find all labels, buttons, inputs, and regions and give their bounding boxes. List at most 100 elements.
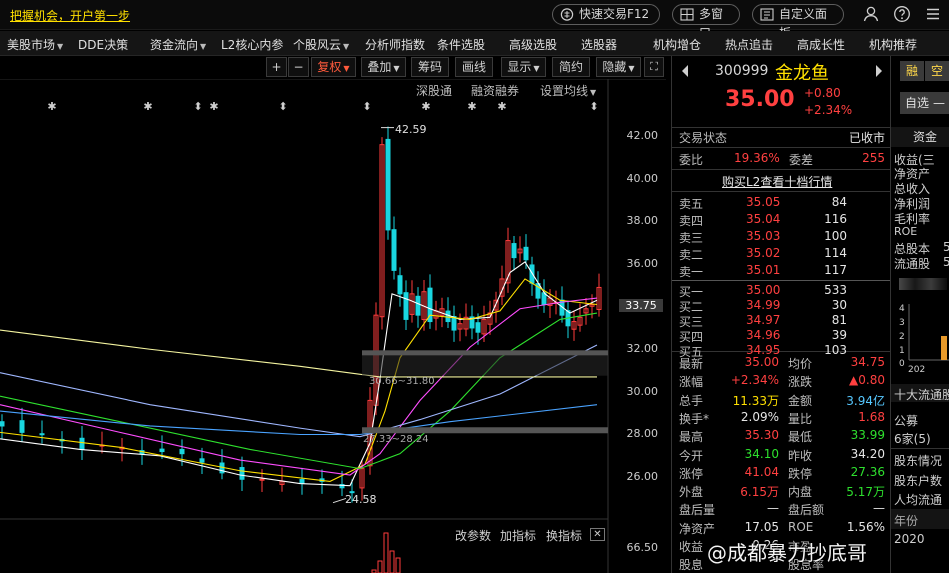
stock-name: 金龙鱼	[775, 63, 829, 84]
short-button[interactable]: 空	[925, 61, 949, 81]
user-icon[interactable]	[862, 5, 880, 23]
stat-row: 总手 11.33万 金额 3.94亿	[672, 391, 891, 409]
overlay-button[interactable]: 叠加 ▼	[361, 57, 406, 77]
menu-icon[interactable]	[924, 5, 942, 23]
side-link[interactable]: 股东情况	[894, 452, 942, 469]
stat-label: 盘后额	[788, 503, 825, 518]
side-link[interactable]: 股东户数	[894, 472, 942, 489]
side-value: 6家(5)	[894, 432, 931, 446]
custom-panel-button[interactable]: 自定义面板	[752, 4, 844, 40]
display-button[interactable]: 显示 ▼	[501, 57, 546, 77]
l2-link[interactable]: 购买L2查看十档行情	[722, 173, 832, 190]
fundamentals-panel: 融 空 自选 — 资金 收益(三 净资产 总收入 净利润 毛利率 ROE 总股本 …	[890, 56, 949, 573]
candle-body	[39, 433, 45, 436]
stat-value: 5.17万	[846, 485, 885, 500]
year-header: 年份	[891, 509, 949, 529]
next-stock-icon[interactable]	[874, 64, 884, 78]
ask-label: 卖三	[679, 231, 704, 245]
quick-trade-button[interactable]: 快速交易F12	[552, 4, 660, 25]
stat-label: 涨跌	[788, 375, 813, 390]
menu-item[interactable]: 分析师指数	[365, 36, 425, 53]
stat-label: 收益	[679, 540, 704, 554]
menu-item[interactable]: 个股风云 ▼	[293, 36, 349, 53]
stock-header: 300999 金龙鱼 35.00 +0.80 +2.34%	[672, 56, 891, 126]
close-icon[interactable]: ✕	[590, 528, 605, 541]
volume-bar	[383, 532, 389, 573]
chip-range-label: 27.33~28.24	[363, 434, 429, 445]
candle-body	[0, 421, 5, 427]
simple-mode-button[interactable]: 简约	[552, 57, 590, 77]
event-marker-icon: ⬍	[589, 100, 598, 113]
edit-params-link[interactable]: 改参数	[455, 527, 491, 544]
menu-label: 选股器	[581, 38, 618, 52]
fullscreen-icon[interactable]: ⛶	[644, 57, 664, 77]
promo-link[interactable]: 把握机会，开户第一步	[10, 7, 130, 24]
fuquan-button[interactable]: 复权 ▼	[311, 57, 356, 77]
stat-row: 涨幅 +2.34% 涨跌 ▲0.80	[672, 372, 891, 390]
zoom-in-button[interactable]: +	[266, 57, 287, 77]
menu-item[interactable]: 机构推荐	[869, 36, 917, 53]
weicha-value: 255	[862, 151, 885, 165]
kline-svg: ✱ ✱ ⬍ ✱ ⬍ ⬍ ✱ ✱ ✱ ⬍	[0, 79, 666, 573]
menu-item[interactable]: 条件选股	[437, 36, 485, 53]
draw-line-button[interactable]: 画线	[455, 57, 493, 77]
y-tick-label: 40.00	[626, 172, 659, 185]
side-link[interactable]: 人均流通	[894, 491, 942, 508]
event-marker-icon: ⬍	[193, 100, 202, 113]
hide-button[interactable]: 隐藏 ▼	[596, 57, 641, 77]
blurred-mark	[899, 278, 947, 290]
menu-item[interactable]: 高级选股	[509, 36, 557, 53]
multi-window-button[interactable]: 多窗口	[672, 4, 740, 40]
stat-label: 换手*	[679, 411, 710, 426]
stat-label: 总手	[679, 393, 704, 408]
chips-button[interactable]: 筹码	[411, 57, 449, 77]
stat-row: 今开 34.10 昨收 34.20	[672, 446, 891, 464]
stat-value: —	[767, 501, 779, 516]
y-tick-label: 28.00	[626, 427, 659, 440]
event-marker-icon: ✱	[143, 100, 152, 113]
prev-stock-icon[interactable]	[680, 64, 690, 78]
zoom-out-button[interactable]: −	[288, 57, 309, 77]
trade-icon	[560, 8, 574, 21]
bid-volume: 39	[831, 328, 847, 342]
candle-body	[445, 310, 451, 323]
chart-toolbar: + − 复权 ▼ 叠加 ▼ 筹码 画线 显示 ▼ 简约 隐藏 ▼ ⛶	[0, 56, 666, 79]
stat-value: 1.68	[858, 409, 885, 424]
mini-axis-label: 1	[899, 346, 905, 356]
stat-label: 最高	[679, 430, 704, 445]
menu-label: 热点追击	[725, 38, 774, 52]
event-marker-icon: ⬍	[362, 100, 371, 113]
menu-item[interactable]: 高成长性	[797, 36, 845, 53]
stat-label: 盘后量	[679, 503, 716, 518]
menu-label: 高级选股	[509, 38, 558, 52]
menu-item[interactable]: 热点追击	[725, 36, 773, 53]
menu-item[interactable]: 机构增仓	[653, 36, 701, 53]
stat-label: ROE	[788, 519, 814, 534]
menu-label: 机构推荐	[869, 38, 918, 52]
menu-item[interactable]: 资金流向 ▼	[150, 36, 206, 53]
mini-axis-label: 3	[899, 318, 905, 328]
add-indicator-link[interactable]: 加指标	[500, 527, 536, 544]
quote-panel: 300999 金龙鱼 35.00 +0.80 +2.34% 交易状态 已收市 委…	[671, 56, 891, 573]
stat-value: 41.04	[744, 464, 779, 479]
switch-indicator-link[interactable]: 换指标	[546, 527, 582, 544]
bid-price: 35.00	[746, 283, 781, 297]
mini-axis-label: 0	[899, 359, 905, 369]
kline-chart[interactable]: 深股通 融资融券 设置均线 ▼ ✱ ✱ ⬍ ✱ ⬍ ⬍ ✱ ✱ ✱ ⬍ 42.00 40.00 38…	[0, 79, 666, 573]
help-icon[interactable]	[893, 5, 911, 23]
fund-tab[interactable]: 资金	[891, 127, 949, 147]
top10-label[interactable]: 十大流通股	[894, 386, 949, 403]
menu-item[interactable]: L2核心内参	[221, 36, 283, 53]
menu-label: 条件选股	[437, 38, 486, 52]
menu-item[interactable]: 选股器	[581, 36, 617, 53]
mini-bar	[941, 336, 947, 360]
menu-label: DDE决策	[78, 38, 129, 52]
menu-item[interactable]: 美股市场 ▼	[7, 36, 63, 53]
l2-link-row: 购买L2查看十档行情	[672, 172, 891, 190]
menu-item[interactable]: DDE决策	[78, 36, 128, 53]
margin-button[interactable]: 融	[900, 61, 924, 81]
y-tick-label: 32.00	[626, 342, 659, 355]
add-watchlist-button[interactable]: 自选 —	[900, 92, 949, 114]
event-marker-icon: ✱	[47, 100, 56, 113]
stat-value: 34.20	[850, 446, 885, 461]
